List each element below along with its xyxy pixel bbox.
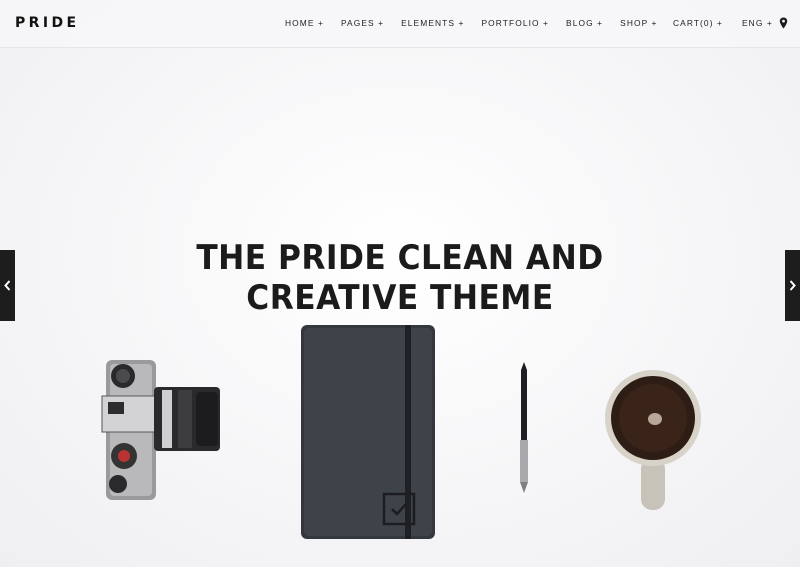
notebook-image	[301, 325, 435, 539]
pen-image	[520, 362, 528, 493]
hero-title-line-2: CREATIVE THEME	[246, 278, 554, 318]
nav-item-shop[interactable]: SHOP +	[620, 18, 657, 28]
nav-item-elements[interactable]: ELEMENTS +	[401, 18, 464, 28]
nav-item-blog[interactable]: BLOG +	[566, 18, 603, 28]
language-selector[interactable]: ENG +	[742, 18, 773, 28]
map-pin-icon[interactable]	[779, 17, 788, 29]
hero-title-line-1: THE PRIDE CLEAN AND	[196, 238, 604, 278]
slider-prev-button[interactable]	[0, 250, 15, 321]
header-utilities: CART(0) + ENG +	[673, 18, 792, 28]
chevron-left-icon	[4, 280, 11, 291]
site-logo[interactable]: PRIDE	[15, 15, 79, 31]
site-header: PRIDE HOME + PAGES + ELEMENTS + PORTFOLI…	[0, 0, 800, 48]
camera-image	[101, 360, 220, 500]
nav-item-portfolio[interactable]: PORTFOLIO +	[481, 18, 549, 28]
nav-item-home[interactable]: HOME +	[285, 18, 324, 28]
cart-link[interactable]: CART(0) +	[673, 18, 723, 28]
nav-item-pages[interactable]: PAGES +	[341, 18, 384, 28]
slider-next-button[interactable]	[785, 250, 800, 321]
coffee-cup-image	[605, 370, 701, 510]
chevron-right-icon	[789, 280, 796, 291]
hero-title: THE PRIDE CLEAN AND CREATIVE THEME	[170, 238, 630, 318]
page: PRIDE HOME + PAGES + ELEMENTS + PORTFOLI…	[0, 0, 800, 567]
main-nav: HOME + PAGES + ELEMENTS + PORTFOLIO + BL…	[285, 18, 675, 28]
